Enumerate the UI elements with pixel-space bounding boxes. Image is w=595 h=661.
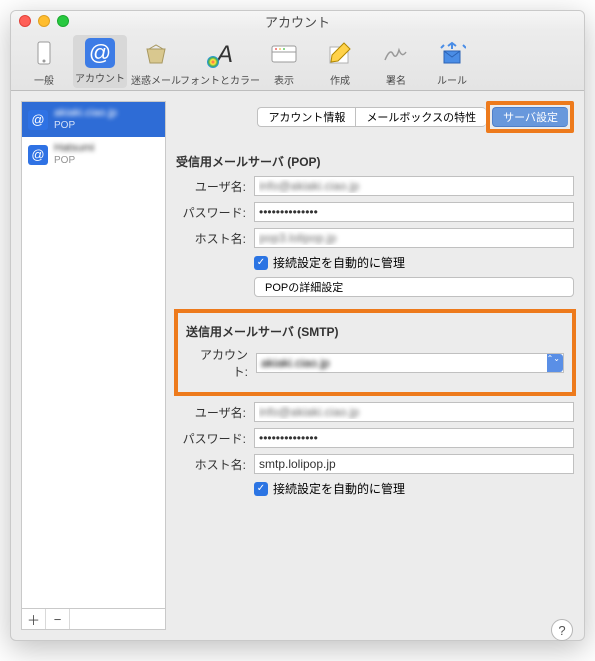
tab-server-settings[interactable]: サーバ設定 <box>492 107 568 127</box>
toolbar-compose[interactable]: 作成 <box>313 35 367 90</box>
general-icon <box>28 38 60 70</box>
view-icon <box>268 38 300 70</box>
smtp-auto-label: 接続設定を自動的に管理 <box>273 480 405 497</box>
fonts-icon: A <box>204 38 236 70</box>
smtp-pass-label: パスワード: <box>176 430 254 447</box>
pop-user-label: ユーザ名: <box>176 178 254 195</box>
toolbar-fonts-label: フォントとカラー <box>180 72 260 87</box>
toolbar-accounts[interactable]: @ アカウント <box>73 35 127 88</box>
pop-auto-label: 接続設定を自動的に管理 <box>273 254 405 271</box>
sidebar-controls: ＋ − <box>21 609 166 630</box>
checkbox-icon: ✓ <box>254 256 268 270</box>
content-area: @ akiaki.ciao.jp POP @ Hatsumi POP ＋ − <box>11 91 584 640</box>
toolbar-accounts-label: アカウント <box>75 70 125 85</box>
preferences-window: アカウント 一般 @ アカウント 迷惑メール A フォントとカラー <box>10 10 585 641</box>
pop-host-input[interactable] <box>254 228 574 248</box>
help-button[interactable]: ? <box>551 619 573 641</box>
pop-pass-input[interactable] <box>254 202 574 222</box>
toolbar-general[interactable]: 一般 <box>17 35 71 90</box>
account-item[interactable]: @ akiaki.ciao.jp POP <box>22 102 165 137</box>
tab-mailbox[interactable]: メールボックスの特性 <box>355 107 486 127</box>
toolbar-view-label: 表示 <box>274 72 294 87</box>
signature-icon <box>380 38 412 70</box>
rules-icon <box>436 38 468 70</box>
toolbar-compose-label: 作成 <box>330 72 350 87</box>
smtp-user-input[interactable] <box>254 402 574 422</box>
toolbar-general-label: 一般 <box>34 72 54 87</box>
segmented-tabs: アカウント情報 メールボックスの特性 サーバ設定 <box>176 101 574 133</box>
settings-panel: アカウント情報 メールボックスの特性 サーバ設定 受信用メールサーバ (POP)… <box>176 101 574 630</box>
account-type: POP <box>54 120 117 132</box>
smtp-section-title: 送信用メールサーバ (SMTP) <box>186 323 564 340</box>
add-account-button[interactable]: ＋ <box>22 609 46 629</box>
toolbar-view[interactable]: 表示 <box>257 35 311 90</box>
pop-pass-label: パスワード: <box>176 204 254 221</box>
smtp-acct-label: アカウント: <box>186 346 256 380</box>
smtp-host-input[interactable] <box>254 454 574 474</box>
smtp-host-label: ホスト名: <box>176 456 254 473</box>
toolbar-junk-label: 迷惑メール <box>131 72 181 87</box>
smtp-auto-check[interactable]: ✓ 接続設定を自動的に管理 <box>254 480 574 497</box>
account-list[interactable]: @ akiaki.ciao.jp POP @ Hatsumi POP <box>21 101 166 609</box>
at-icon: @ <box>28 145 48 165</box>
smtp-pass-input[interactable] <box>254 428 574 448</box>
pop-detail-button[interactable]: POPの詳細設定 <box>254 277 574 297</box>
account-item[interactable]: @ Hatsumi POP <box>22 137 165 172</box>
toolbar: 一般 @ アカウント 迷惑メール A フォントとカラー 表示 <box>11 31 584 91</box>
toolbar-signature[interactable]: 署名 <box>369 35 423 90</box>
tab-account-info[interactable]: アカウント情報 <box>257 107 355 127</box>
smtp-account-value: akiaki.ciao.jp <box>261 356 330 370</box>
window-title: アカウント <box>11 12 584 31</box>
toolbar-signature-label: 署名 <box>386 72 406 87</box>
remove-account-button[interactable]: − <box>46 609 70 629</box>
pop-host-label: ホスト名: <box>176 230 254 247</box>
account-sidebar: @ akiaki.ciao.jp POP @ Hatsumi POP ＋ − <box>21 101 166 630</box>
account-type: POP <box>54 155 94 167</box>
checkbox-icon: ✓ <box>254 482 268 496</box>
toolbar-rules[interactable]: ルール <box>425 35 479 90</box>
compose-icon <box>324 38 356 70</box>
account-name: Hatsumi <box>54 142 94 155</box>
highlight-annotation: サーバ設定 <box>486 101 574 133</box>
highlight-annotation: 送信用メールサーバ (SMTP) アカウント: akiaki.ciao.jp <box>174 309 576 396</box>
pop-section-title: 受信用メールサーバ (POP) <box>176 153 574 170</box>
pop-auto-check[interactable]: ✓ 接続設定を自動的に管理 <box>254 254 574 271</box>
toolbar-rules-label: ルール <box>437 72 467 87</box>
smtp-account-select[interactable]: akiaki.ciao.jp <box>256 353 564 373</box>
at-icon: @ <box>85 38 115 68</box>
junk-icon <box>140 38 172 70</box>
toolbar-fonts[interactable]: A フォントとカラー <box>185 35 255 90</box>
account-name: akiaki.ciao.jp <box>54 107 117 120</box>
titlebar: アカウント <box>11 11 584 31</box>
pop-user-input[interactable] <box>254 176 574 196</box>
toolbar-junk[interactable]: 迷惑メール <box>129 35 183 90</box>
smtp-user-label: ユーザ名: <box>176 404 254 421</box>
at-icon: @ <box>28 110 48 130</box>
